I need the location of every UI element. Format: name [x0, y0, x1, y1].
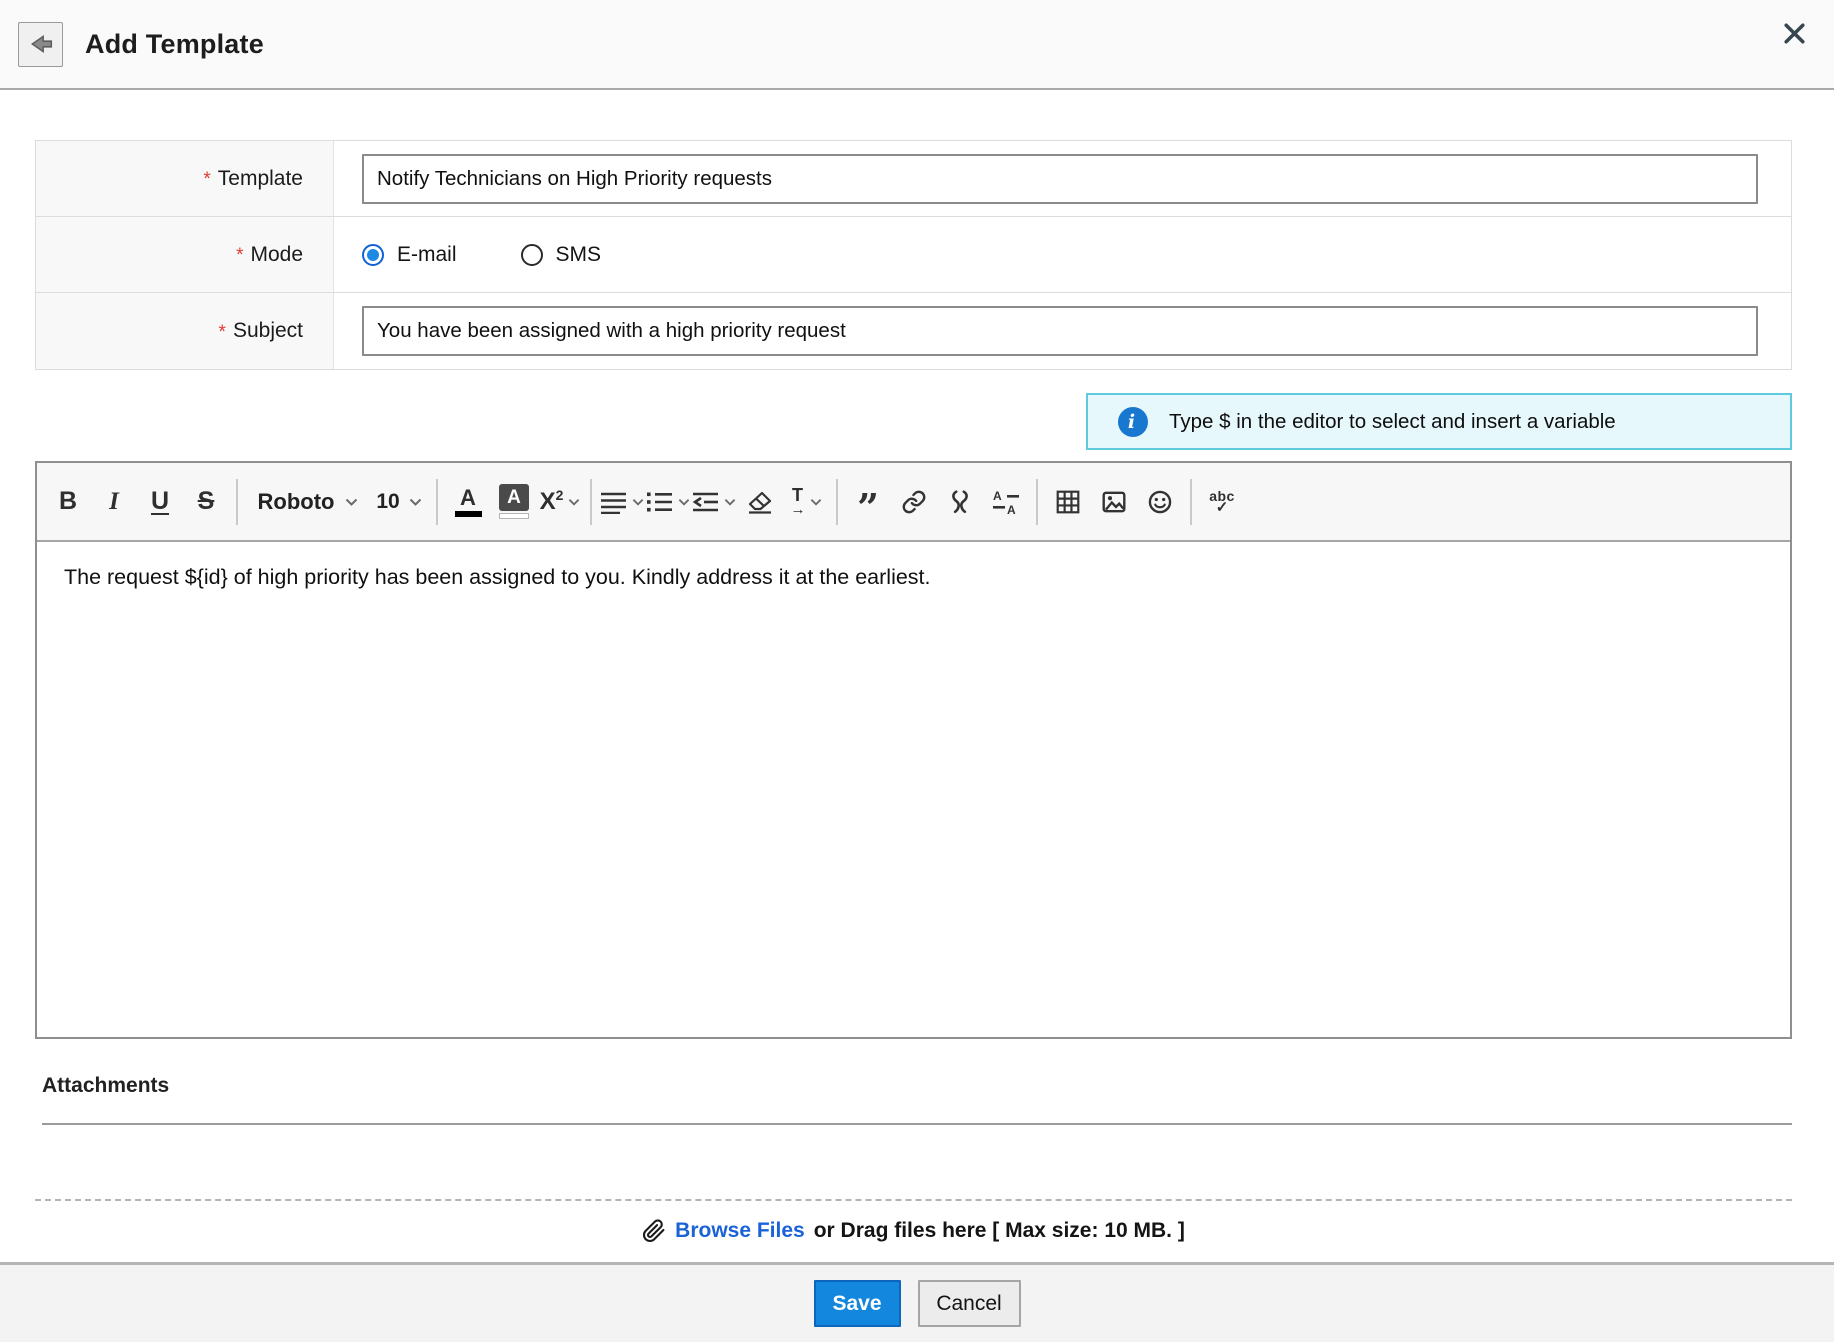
paperclip-icon: [642, 1218, 666, 1244]
link-icon: [901, 489, 927, 515]
blockquote-icon: ”: [857, 484, 879, 530]
mode-row: * Mode E-mail SMS: [36, 217, 1791, 293]
toolbar-separator: [1190, 478, 1192, 525]
dialog-footer: Save Cancel: [0, 1262, 1834, 1342]
insert-image-button[interactable]: [1091, 473, 1137, 531]
radio-selected-icon: [362, 243, 384, 266]
bullet-list-icon: [646, 490, 673, 514]
editor-toolbar: B I U S Roboto 10 A A X2 T → ” A A abc ✓: [37, 463, 1790, 542]
bold-icon: B: [58, 487, 78, 515]
svg-text:A: A: [1007, 503, 1016, 515]
chevron-down-icon: [632, 498, 644, 506]
upload-row: Browse Files or Drag files here [ Max si…: [35, 1218, 1792, 1244]
unlink-button[interactable]: [937, 473, 983, 531]
subject-row: * Subject: [36, 293, 1791, 369]
subject-input[interactable]: [362, 306, 1758, 356]
highlight-color-button[interactable]: A: [491, 473, 537, 531]
highlight-color-icon: A: [499, 484, 529, 519]
chevron-down-icon: [345, 498, 358, 506]
attachments-heading: Attachments: [42, 1074, 170, 1097]
required-asterisk: *: [203, 169, 211, 190]
bullet-list-button[interactable]: [645, 473, 691, 531]
strikethrough-icon: S: [197, 487, 215, 515]
toolbar-separator: [1036, 478, 1038, 525]
eraser-icon: [747, 490, 773, 514]
editor-text: The request ${id} of high priority has b…: [64, 565, 931, 589]
insert-table-button[interactable]: [1045, 473, 1091, 531]
insert-link-button[interactable]: [891, 473, 937, 531]
back-arrow-icon: [28, 31, 54, 57]
underline-icon: U: [150, 487, 170, 515]
table-icon: [1055, 489, 1081, 515]
font-color-button[interactable]: A: [445, 473, 491, 531]
image-icon: [1101, 489, 1127, 515]
mode-radio-group: E-mail SMS: [362, 243, 601, 267]
align-button[interactable]: [599, 473, 645, 531]
line-spacing-icon: A A: [992, 489, 1020, 517]
text-direction-icon: T →: [790, 485, 806, 518]
outdent-icon: [692, 490, 719, 514]
info-icon: i: [1118, 406, 1148, 437]
cancel-button[interactable]: Cancel: [917, 1280, 1021, 1327]
mode-option-email[interactable]: E-mail: [362, 243, 457, 267]
clear-format-button[interactable]: [737, 473, 783, 531]
upload-dashed-divider: [35, 1199, 1792, 1201]
font-size-select[interactable]: 10: [365, 473, 429, 531]
dialog-header: Add Template: [0, 0, 1834, 90]
line-spacing-button[interactable]: A A: [983, 473, 1029, 531]
add-template-dialog: Add Template * Template * Mode: [0, 0, 1834, 1342]
emoji-icon: [1147, 489, 1173, 515]
spellcheck-icon: abc ✓: [1209, 487, 1235, 516]
variable-hint-banner: i Type $ in the editor to select and ins…: [1086, 393, 1792, 450]
back-button[interactable]: [18, 21, 63, 67]
template-name-input[interactable]: [362, 153, 1758, 204]
text-direction-button[interactable]: T →: [783, 473, 829, 531]
chevron-down-icon: [568, 498, 580, 506]
toolbar-separator: [436, 478, 438, 525]
required-asterisk: *: [236, 245, 244, 266]
rich-text-editor: B I U S Roboto 10 A A X2 T → ” A A abc ✓…: [35, 461, 1792, 1039]
superscript-icon: X2: [539, 487, 564, 515]
editor-content[interactable]: The request ${id} of high priority has b…: [37, 542, 1790, 1037]
italic-button[interactable]: I: [91, 473, 137, 531]
page-title: Add Template: [85, 28, 264, 59]
close-icon: [1781, 23, 1808, 51]
mode-label: * Mode: [36, 217, 334, 292]
radio-unselected-icon: [520, 243, 543, 266]
template-form: * Template * Mode E-mail: [35, 140, 1792, 370]
font-family-select[interactable]: Roboto: [245, 473, 365, 531]
drag-files-text: or Drag files here [ Max size: 10 MB. ]: [813, 1219, 1185, 1242]
indent-button[interactable]: [691, 473, 737, 531]
attachments-divider: [42, 1123, 1792, 1125]
font-color-icon: A: [454, 486, 482, 517]
chevron-down-icon: [409, 498, 422, 506]
toolbar-separator: [836, 478, 838, 525]
browse-files-link[interactable]: Browse Files: [675, 1219, 805, 1243]
underline-button[interactable]: U: [137, 473, 183, 531]
save-button[interactable]: Save: [813, 1280, 901, 1327]
align-justify-icon: [600, 490, 627, 514]
mode-option-sms[interactable]: SMS: [520, 243, 601, 267]
italic-icon: I: [109, 487, 119, 515]
template-label: * Template: [36, 141, 334, 216]
toolbar-separator: [590, 478, 592, 525]
chevron-down-icon: [678, 498, 690, 506]
variable-hint-text: Type $ in the editor to select and inser…: [1169, 409, 1616, 433]
bold-button[interactable]: B: [45, 473, 91, 531]
toolbar-separator: [236, 478, 238, 525]
emoji-button[interactable]: [1137, 473, 1183, 531]
strikethrough-button[interactable]: S: [183, 473, 229, 531]
svg-text:A: A: [993, 489, 1002, 503]
spellcheck-button[interactable]: abc ✓: [1199, 473, 1245, 531]
subject-label: * Subject: [36, 293, 334, 369]
chevron-down-icon: [724, 498, 736, 506]
required-asterisk: *: [218, 321, 226, 343]
chevron-down-icon: [810, 498, 822, 506]
unlink-icon: [947, 489, 973, 515]
superscript-button[interactable]: X2: [537, 473, 583, 531]
dialog-body: * Template * Mode E-mail: [0, 90, 1834, 1262]
template-row: * Template: [36, 141, 1791, 217]
blockquote-button[interactable]: ”: [845, 473, 891, 531]
close-button[interactable]: [1781, 20, 1808, 47]
